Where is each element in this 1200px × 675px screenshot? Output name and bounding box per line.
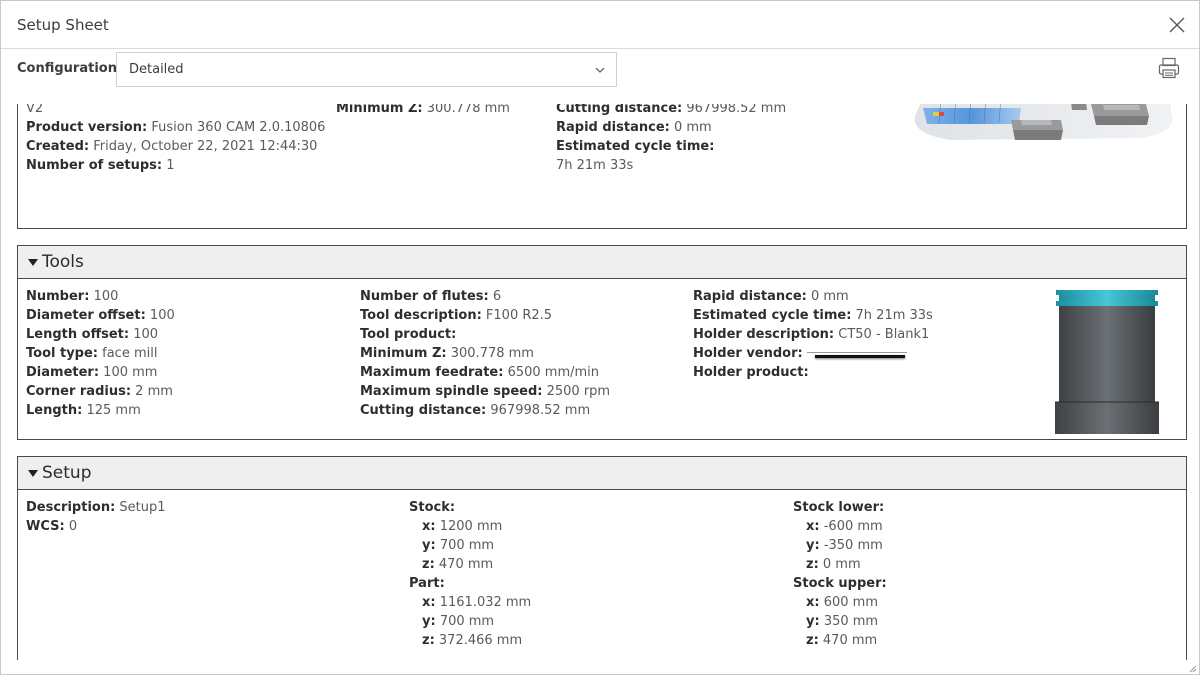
setup-sheet-content[interactable]: V2 Product version: Fusion 360 CAM 2.0.1… xyxy=(1,104,1199,660)
tool-maximum-spindle-speed: Maximum spindle speed: 2500 rpm xyxy=(360,384,611,399)
redacted-mark xyxy=(806,348,907,359)
tool-holder-description: Holder description: CT50 - Blank1 xyxy=(693,327,930,342)
setup-sheet-window: Setup Sheet Configuration Detailed V2 Pr… xyxy=(0,0,1200,675)
tool-minimum-z: Minimum Z: 300.778 mm xyxy=(360,346,534,361)
part-z: z: 372.466 mm xyxy=(422,633,523,648)
tool-rapid-distance: Rapid distance: 0 mm xyxy=(693,289,849,304)
setup-description: Description: Setup1 xyxy=(26,500,166,515)
tool-product: Tool product: xyxy=(360,327,457,342)
tool-holder-vendor: Holder vendor: xyxy=(693,344,933,363)
summary-version: V2 xyxy=(26,104,44,116)
close-icon[interactable] xyxy=(1167,15,1187,35)
summary-col2: Minimum Z: 300.778 mm xyxy=(336,104,510,118)
tool-type: Tool type: face mill xyxy=(26,346,158,361)
tool-diameter: Diameter: 100 mm xyxy=(26,365,158,380)
stock-lower-y: y: -350 mm xyxy=(806,538,883,553)
stock-lower-z: z: 0 mm xyxy=(806,557,861,572)
stock-upper-label: Stock upper: xyxy=(793,576,887,591)
tool-image xyxy=(1055,290,1159,434)
stock-z: z: 470 mm xyxy=(422,557,494,572)
tools-col1: Number: 100 Diameter offset: 100 Length … xyxy=(26,287,175,420)
tool-description: Tool description: F100 R2.5 xyxy=(360,308,553,323)
summary-product-version: Product version: Fusion 360 CAM 2.0.1080… xyxy=(26,120,326,135)
summary-estimated-cycle-time: Estimated cycle time: xyxy=(556,139,715,154)
tool-length: Length: 125 mm xyxy=(26,403,141,418)
tool-length-offset: Length offset: 100 xyxy=(26,327,159,342)
summary-cutting-distance: Cutting distance: 967998.52 mm xyxy=(556,104,787,116)
part-y: y: 700 mm xyxy=(422,614,495,629)
tool-estimated-cycle-time: Estimated cycle time: 7h 21m 33s xyxy=(693,308,933,323)
summary-number-of-setups: Number of setups: 1 xyxy=(26,158,175,173)
part-label: Part: xyxy=(409,576,445,591)
tool-cutting-distance: Cutting distance: 967998.52 mm xyxy=(360,403,591,418)
setup-section: Setup Description: Setup1 WCS: 0 Stock: … xyxy=(17,456,1187,660)
stock-upper-x: x: 600 mm xyxy=(806,595,879,610)
setup-col1: Description: Setup1 WCS: 0 xyxy=(26,498,166,536)
stock-lower-x: x: -600 mm xyxy=(806,519,883,534)
stock-lower-label: Stock lower: xyxy=(793,500,885,515)
summary-rapid-distance: Rapid distance: 0 mm xyxy=(556,120,712,135)
tool-number-of-flutes: Number of flutes: 6 xyxy=(360,289,502,304)
configuration-selected-value: Detailed xyxy=(129,62,184,77)
summary-col1: V2 Product version: Fusion 360 CAM 2.0.1… xyxy=(26,104,325,175)
setup-wcs: WCS: 0 xyxy=(26,519,78,534)
title-bar: Setup Sheet xyxy=(1,1,1199,49)
part-preview-image xyxy=(914,104,1173,140)
summary-col3: Cutting distance: 967998.52 mm Rapid dis… xyxy=(556,104,786,175)
configuration-dropdown[interactable]: Detailed xyxy=(116,52,617,87)
stock-upper-y: y: 350 mm xyxy=(806,614,879,629)
tool-number: Number: 100 xyxy=(26,289,119,304)
setup-col2: Stock: x: 1200 mm y: 700 mm z: 470 mm Pa… xyxy=(409,498,531,650)
setup-col3: Stock lower: x: -600 mm y: -350 mm z: 0 … xyxy=(793,498,887,650)
window-title: Setup Sheet xyxy=(17,16,109,34)
tool-corner-radius: Corner radius: 2 mm xyxy=(26,384,173,399)
tools-col3: Rapid distance: 0 mm Estimated cycle tim… xyxy=(693,287,933,382)
summary-section: V2 Product version: Fusion 360 CAM 2.0.1… xyxy=(17,104,1187,229)
summary-cycle-time-value: 7h 21m 33s xyxy=(556,158,634,173)
stock-upper-z: z: 470 mm xyxy=(806,633,878,648)
stock-x: x: 1200 mm xyxy=(422,519,503,534)
tools-section-title: Tools xyxy=(42,252,84,272)
tool-maximum-feedrate: Maximum feedrate: 6500 mm/min xyxy=(360,365,600,380)
summary-created: Created: Friday, October 22, 2021 12:44:… xyxy=(26,139,318,154)
stock-label: Stock: xyxy=(409,500,456,515)
resize-grip-icon[interactable] xyxy=(1187,663,1197,673)
summary-minimum-z: Minimum Z: 300.778 mm xyxy=(336,104,510,116)
stock-y: y: 700 mm xyxy=(422,538,495,553)
collapse-triangle-icon xyxy=(28,259,38,266)
tool-diameter-offset: Diameter offset: 100 xyxy=(26,308,175,323)
setup-section-header[interactable]: Setup xyxy=(18,457,1186,490)
part-x: x: 1161.032 mm xyxy=(422,595,532,610)
setup-section-title: Setup xyxy=(42,463,92,483)
chevron-down-icon xyxy=(595,67,605,73)
print-icon[interactable] xyxy=(1157,56,1181,80)
tool-holder-product: Holder product: xyxy=(693,365,809,380)
tools-col2: Number of flutes: 6 Tool description: F1… xyxy=(360,287,610,420)
configuration-label: Configuration xyxy=(17,61,117,76)
collapse-triangle-icon xyxy=(28,470,38,477)
tools-section-header[interactable]: Tools xyxy=(18,246,1186,279)
tools-section: Tools Number: 100 Diameter offset: 100 L… xyxy=(17,245,1187,440)
